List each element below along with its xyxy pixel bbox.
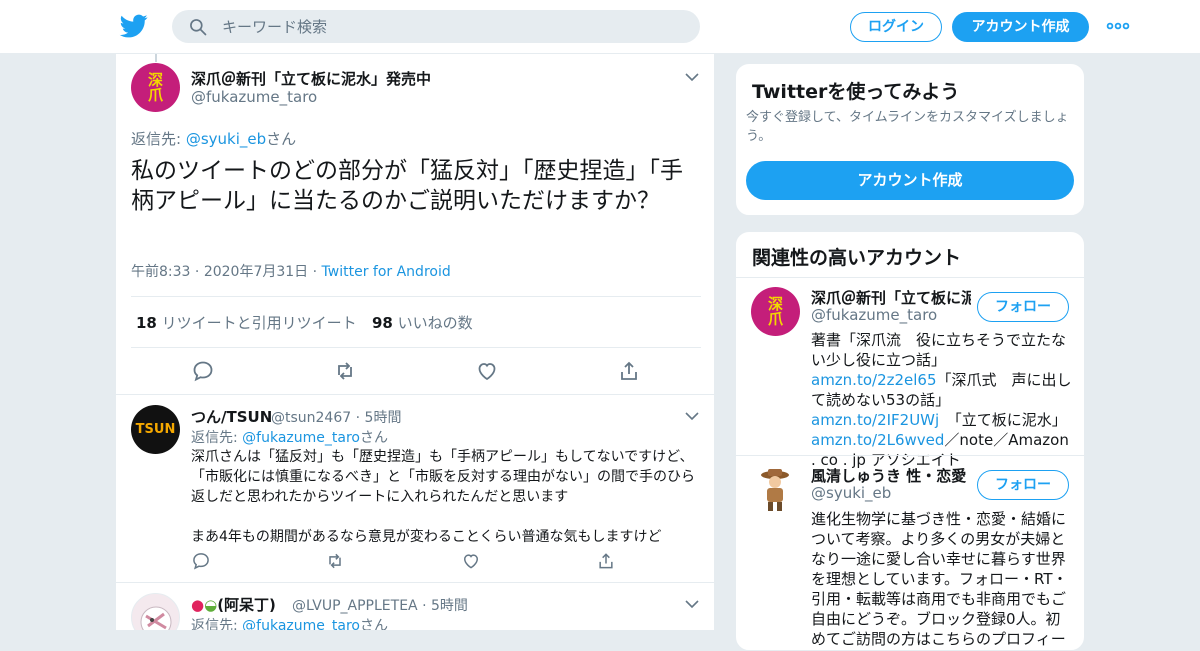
reply-to-link[interactable]: @syuki_eb	[186, 130, 266, 148]
search-icon	[190, 19, 207, 36]
author-name[interactable]: 深爪＠新刊「立て板に泥水」発売中	[191, 68, 431, 89]
avatar[interactable]: TSUN	[131, 405, 180, 454]
likes-label: いいねの数	[397, 314, 473, 332]
divider	[116, 394, 714, 395]
reply-prefix: 返信先:	[131, 130, 186, 148]
signup-card-button[interactable]: アカウント作成	[746, 161, 1074, 200]
tweet-source-link[interactable]: Twitter for Android	[322, 264, 451, 280]
tweet-text: 深爪さんは「猛反対」も「歴史捏造」も「手柄アピール」もしてないですけど、「市販化…	[191, 447, 701, 547]
account-name[interactable]: 風清しゅうき 性・恋愛・結婚	[811, 465, 971, 486]
reply-suffix: さん	[359, 430, 388, 446]
reply-icon[interactable]	[191, 551, 211, 571]
avatar-art	[761, 469, 789, 511]
bio-link[interactable]: amzn.to/2z2el65	[811, 371, 937, 389]
reply-to-line: 返信先: @fukazume_taroさん	[191, 615, 388, 630]
bio-link[interactable]: amzn.to/2L6wved	[811, 431, 944, 449]
tweet-meta: 午前8:33 · 2020年7月31日 · Twitter for Androi…	[131, 264, 451, 280]
avatar-art: 深爪	[767, 294, 783, 328]
author-handle[interactable]: @tsun2467	[271, 410, 351, 426]
like-icon[interactable]	[461, 551, 481, 571]
avatar-art: 深爪	[147, 70, 163, 104]
likes-stat[interactable]: 98 いいねの数	[372, 312, 473, 333]
login-button[interactable]: ログイン	[850, 12, 942, 42]
thread-connector	[155, 54, 157, 62]
retweets-stat[interactable]: 18 リツイートと引用リツイート	[136, 312, 357, 333]
retweets-count: 18	[136, 314, 157, 332]
author-handle-time: @LVUP_APPLETEA · 5時間	[292, 598, 468, 614]
bio-text: 著書「深爪流 役に立ちそうで立たない少し役に立つ話」	[811, 331, 1067, 369]
reply-suffix: さん	[266, 130, 297, 148]
reply-suffix: さん	[359, 618, 388, 630]
retweets-label: リツイートと引用リツイート	[161, 314, 357, 332]
account-handle[interactable]: @syuki_eb	[811, 484, 891, 502]
author-name[interactable]: つん/TSUN	[191, 406, 272, 427]
signup-button[interactable]: アカウント作成	[952, 12, 1089, 42]
search-box[interactable]	[172, 10, 700, 43]
divider	[116, 582, 714, 583]
retweet-icon[interactable]	[333, 359, 357, 383]
account-handle[interactable]: @fukazume_taro	[811, 306, 937, 324]
twitter-logo-icon[interactable]	[119, 12, 149, 40]
chevron-down-icon[interactable]	[684, 72, 700, 82]
tweet-time[interactable]: 5時間	[431, 598, 468, 614]
apple-icon: ●	[191, 596, 205, 614]
like-icon[interactable]	[475, 359, 499, 383]
avatar[interactable]: 深爪	[751, 287, 800, 336]
tweet-text-paragraph: まあ4年もの期間があるなら意見が変わることくらい普通な気もしますけど	[191, 529, 662, 545]
likes-count: 98	[372, 314, 393, 332]
main-timeline: 深爪 深爪＠新刊「立て板に泥水」発売中 @fukazume_taro 返信先: …	[115, 54, 715, 630]
reply-icon[interactable]	[191, 359, 215, 383]
account-name[interactable]: 深爪＠新刊「立て板に泥水」発売中	[811, 287, 971, 308]
related-accounts-title: 関連性の高いアカウント	[752, 247, 962, 269]
reply-to-link[interactable]: @fukazume_taro	[242, 618, 360, 630]
tweet-text-paragraph: 深爪さんは「猛反対」も「歴史捏造」も「手柄アピール」もしてないですけど、「市販化…	[191, 449, 695, 505]
reply-prefix: 返信先:	[191, 618, 243, 630]
tweet-time[interactable]: 午前8:33	[131, 264, 190, 280]
more-options-icon[interactable]	[1106, 19, 1130, 33]
avatar-label: TSUN	[135, 422, 176, 437]
teacup-icon: ◒	[204, 596, 218, 614]
signup-card-title: Twitterを使ってみよう	[752, 81, 960, 103]
share-icon[interactable]	[596, 551, 616, 571]
follow-button[interactable]: フォロー	[977, 292, 1069, 322]
author-name: (阿呆丁)	[217, 596, 276, 614]
tweet-text: 私のツイートのどの部分が「猛反対」「歴史捏造」「手柄アピール」に当たるのかご説明…	[131, 158, 683, 214]
reply-to-link[interactable]: @fukazume_taro	[242, 430, 360, 446]
signup-card-subtitle: 今すぐ登録して、タイムラインをカスタマイズしましょう。	[746, 110, 1069, 144]
author-handle[interactable]: @LVUP_APPLETEA	[292, 598, 418, 614]
divider	[736, 455, 1084, 456]
avatar-art	[140, 606, 172, 630]
account-bio: 著書「深爪流 役に立ちそうで立たない少し役に立つ話」 amzn.to/2z2el…	[811, 330, 1073, 470]
reply-to-line: 返信先: @syuki_ebさん	[131, 128, 296, 149]
related-accounts-card: 関連性の高いアカウント 深爪 深爪＠新刊「立て板に泥水」発売中 @fukazum…	[735, 231, 1085, 651]
follow-button[interactable]: フォロー	[977, 470, 1069, 500]
author-handle-time: @tsun2467 · 5時間	[271, 410, 402, 426]
top-bar: ログイン アカウント作成	[0, 0, 1200, 54]
retweet-icon[interactable]	[325, 551, 345, 571]
signup-card: Twitterを使ってみよう 今すぐ登録して、タイムラインをカスタマイズしましょ…	[735, 63, 1085, 216]
divider	[736, 277, 1084, 278]
tweet-stats: 18 リツイートと引用リツイート 98 いいねの数	[131, 296, 701, 348]
bio-text: 「立て板に泥水」	[939, 411, 1067, 429]
chevron-down-icon[interactable]	[684, 411, 700, 421]
avatar[interactable]	[751, 465, 800, 514]
author-handle[interactable]: @fukazume_taro	[191, 88, 317, 106]
share-icon[interactable]	[617, 359, 641, 383]
reply-to-line: 返信先: @fukazume_taroさん	[191, 427, 388, 447]
avatar[interactable]	[131, 593, 180, 630]
bio-link[interactable]: amzn.to/2IF2UWj	[811, 411, 939, 429]
author-name-row[interactable]: ●◒(阿呆丁)	[191, 594, 276, 615]
tweet-date[interactable]: 2020年7月31日	[204, 264, 308, 280]
reply-prefix: 返信先:	[191, 430, 243, 446]
tweet-time[interactable]: 5時間	[365, 410, 402, 426]
chevron-down-icon[interactable]	[684, 599, 700, 609]
avatar[interactable]: 深爪	[131, 63, 180, 112]
search-input[interactable]	[222, 10, 682, 43]
